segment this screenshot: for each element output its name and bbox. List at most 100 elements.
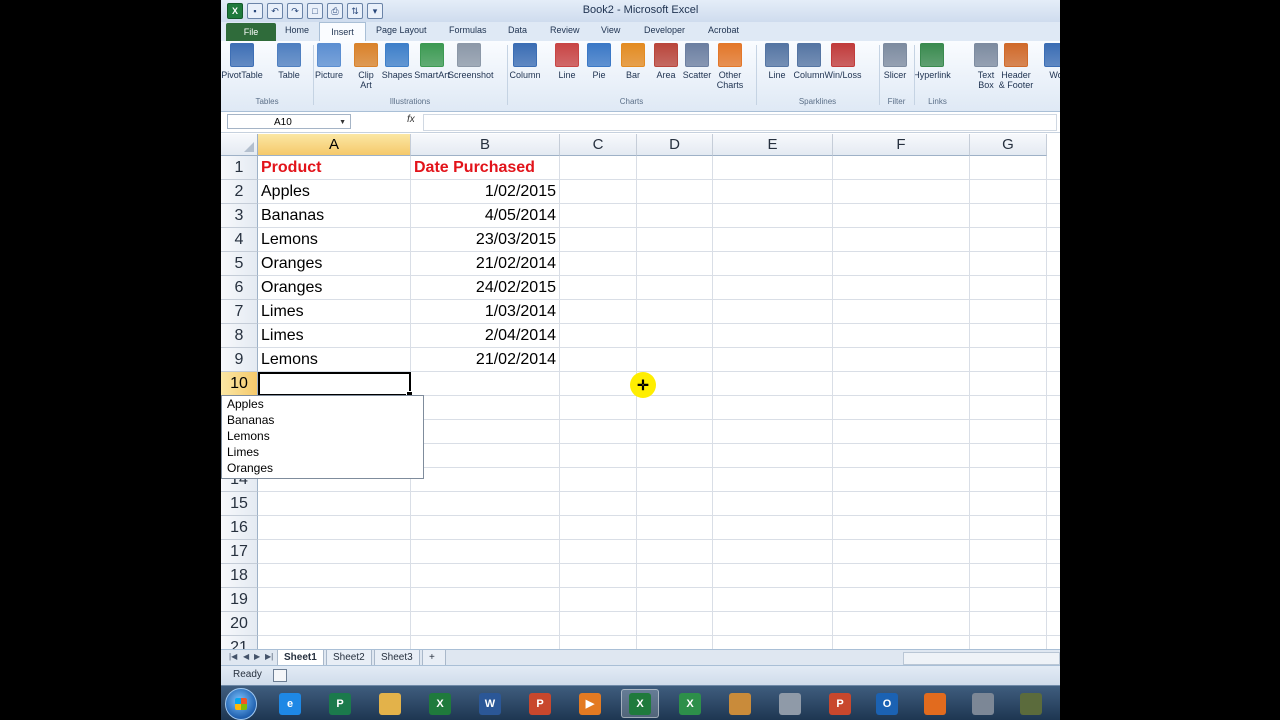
tab-home[interactable]: Home xyxy=(285,25,309,35)
row-header-19[interactable]: 19 xyxy=(221,588,258,612)
next-sheet-icon[interactable]: ▶ xyxy=(254,652,260,661)
cell-a4[interactable]: Lemons xyxy=(261,228,407,252)
tab-formulas[interactable]: Formulas xyxy=(449,25,487,35)
cell-b8[interactable]: 2/04/2014 xyxy=(414,324,556,348)
pick-list-item[interactable]: Oranges xyxy=(222,460,423,476)
cell-b9[interactable]: 21/02/2014 xyxy=(414,348,556,372)
ribbon-button-screenshot[interactable]: Screenshot xyxy=(448,43,494,80)
taskbar-button-powerpoint[interactable]: P xyxy=(521,689,559,718)
insert-function-icon[interactable]: fx xyxy=(407,114,415,125)
cell-b2[interactable]: 1/02/2015 xyxy=(414,180,556,204)
tab-review[interactable]: Review xyxy=(550,25,580,35)
row-header-16[interactable]: 16 xyxy=(221,516,258,540)
ribbon-button-header-footer[interactable]: Header & Footer xyxy=(995,43,1037,90)
tab-developer[interactable]: Developer xyxy=(644,25,685,35)
column-header-e[interactable]: E xyxy=(713,134,833,156)
cell-a1[interactable]: Product xyxy=(261,156,407,180)
taskbar-button-publisher[interactable]: P xyxy=(321,689,359,718)
pick-list-item[interactable]: Lemons xyxy=(222,428,423,444)
cell-b4[interactable]: 23/03/2015 xyxy=(414,228,556,252)
ribbon-button-column-chart[interactable]: Column xyxy=(504,43,546,80)
cell-b1[interactable]: Date Purchased xyxy=(414,156,556,180)
cell-a8[interactable]: Limes xyxy=(261,324,407,348)
column-header-c[interactable]: C xyxy=(560,134,637,156)
tab-data[interactable]: Data xyxy=(508,25,527,35)
taskbar-button-word[interactable]: W xyxy=(471,689,509,718)
row-header-4[interactable]: 4 xyxy=(221,228,258,252)
tab-insert[interactable]: Insert xyxy=(319,22,366,42)
column-header-f[interactable]: F xyxy=(833,134,970,156)
row-header-8[interactable]: 8 xyxy=(221,324,258,348)
ribbon-button-other-charts[interactable]: Other Charts xyxy=(709,43,751,90)
tab-page-layout[interactable]: Page Layout xyxy=(376,25,427,35)
row-header-20[interactable]: 20 xyxy=(221,612,258,636)
cell-a7[interactable]: Limes xyxy=(261,300,407,324)
cell-a3[interactable]: Bananas xyxy=(261,204,407,228)
cell-b7[interactable]: 1/03/2014 xyxy=(414,300,556,324)
tab-acrobat[interactable]: Acrobat xyxy=(708,25,739,35)
name-box-dropdown-icon[interactable]: ▼ xyxy=(339,115,346,130)
horizontal-scrollbar[interactable] xyxy=(903,652,1060,665)
taskbar-button-tools[interactable] xyxy=(721,689,759,718)
row-header-1[interactable]: 1 xyxy=(221,156,258,180)
name-box[interactable]: A10 ▼ xyxy=(227,114,351,129)
start-button[interactable] xyxy=(225,688,257,720)
pick-list-item[interactable]: Apples xyxy=(222,396,423,412)
row-header-3[interactable]: 3 xyxy=(221,204,258,228)
insert-sheet-icon[interactable]: + xyxy=(422,650,446,666)
cell-b3[interactable]: 4/05/2014 xyxy=(414,204,556,228)
row-header-7[interactable]: 7 xyxy=(221,300,258,324)
autocomplete-pick-list[interactable]: Apples Bananas Lemons Limes Oranges xyxy=(221,395,424,479)
taskbar-button-outlook[interactable]: O xyxy=(868,689,906,718)
taskbar-button-capture[interactable] xyxy=(1012,689,1050,718)
taskbar-button-media-player[interactable]: ▶ xyxy=(571,689,609,718)
pick-list-item[interactable]: Bananas xyxy=(222,412,423,428)
pick-list-item[interactable]: Limes xyxy=(222,444,423,460)
cell-b5[interactable]: 21/02/2014 xyxy=(414,252,556,276)
row-header-18[interactable]: 18 xyxy=(221,564,258,588)
sheet-tab-sheet3[interactable]: Sheet3 xyxy=(374,650,420,666)
row-header-15[interactable]: 15 xyxy=(221,492,258,516)
cell-a2[interactable]: Apples xyxy=(261,180,407,204)
taskbar-button-calculator[interactable] xyxy=(771,689,809,718)
ribbon-button-picture[interactable]: Picture xyxy=(308,43,350,80)
row-header-6[interactable]: 6 xyxy=(221,276,258,300)
ribbon-button-hyperlink[interactable]: Hyperlink xyxy=(911,43,953,80)
active-cell-a10[interactable] xyxy=(258,372,413,398)
ribbon-button-wordart[interactable]: Wo xyxy=(1035,43,1060,80)
cell-a5[interactable]: Oranges xyxy=(261,252,407,276)
row-header-10[interactable]: 10 xyxy=(221,372,258,396)
sheet-tab-sheet2[interactable]: Sheet2 xyxy=(326,650,372,666)
tab-view[interactable]: View xyxy=(601,25,620,35)
row-header-5[interactable]: 5 xyxy=(221,252,258,276)
column-header-b[interactable]: B xyxy=(411,134,560,156)
cell-b6[interactable]: 24/02/2015 xyxy=(414,276,556,300)
taskbar-button-network[interactable] xyxy=(964,689,1002,718)
last-sheet-icon[interactable]: ▶| xyxy=(265,652,273,661)
taskbar-button-powerpoint-2[interactable]: P xyxy=(821,689,859,718)
taskbar-button-excel[interactable]: X xyxy=(421,689,459,718)
taskbar-button-firefox[interactable] xyxy=(916,689,954,718)
sheet-tab-sheet1[interactable]: Sheet1 xyxy=(277,650,324,666)
ribbon-button-sparkline-winloss[interactable]: Win/Loss xyxy=(822,43,864,80)
taskbar-button-explorer[interactable] xyxy=(371,689,409,718)
select-all-corner[interactable] xyxy=(221,134,258,156)
row-header-2[interactable]: 2 xyxy=(221,180,258,204)
macro-record-icon[interactable] xyxy=(273,669,287,682)
column-header-d[interactable]: D xyxy=(637,134,713,156)
taskbar-button-excel-2[interactable]: X xyxy=(671,689,709,718)
taskbar-button-excel-active[interactable]: X xyxy=(621,689,659,718)
row-header-21[interactable]: 21 xyxy=(221,636,258,649)
ribbon-button-table[interactable]: Table xyxy=(268,43,310,80)
taskbar-button-ie[interactable]: e xyxy=(271,689,309,718)
tab-file[interactable]: File xyxy=(226,23,276,41)
ribbon-button-slicer[interactable]: Slicer xyxy=(874,43,916,80)
cell-a9[interactable]: Lemons xyxy=(261,348,407,372)
first-sheet-icon[interactable]: |◀ xyxy=(229,652,237,661)
cell-a6[interactable]: Oranges xyxy=(261,276,407,300)
column-header-a[interactable]: A xyxy=(258,134,411,156)
row-header-17[interactable]: 17 xyxy=(221,540,258,564)
prev-sheet-icon[interactable]: ◀ xyxy=(243,652,249,661)
ribbon-button-smartart[interactable]: SmartArt xyxy=(411,43,453,80)
ribbon-button-pivottable[interactable]: PivotTable xyxy=(221,43,263,80)
